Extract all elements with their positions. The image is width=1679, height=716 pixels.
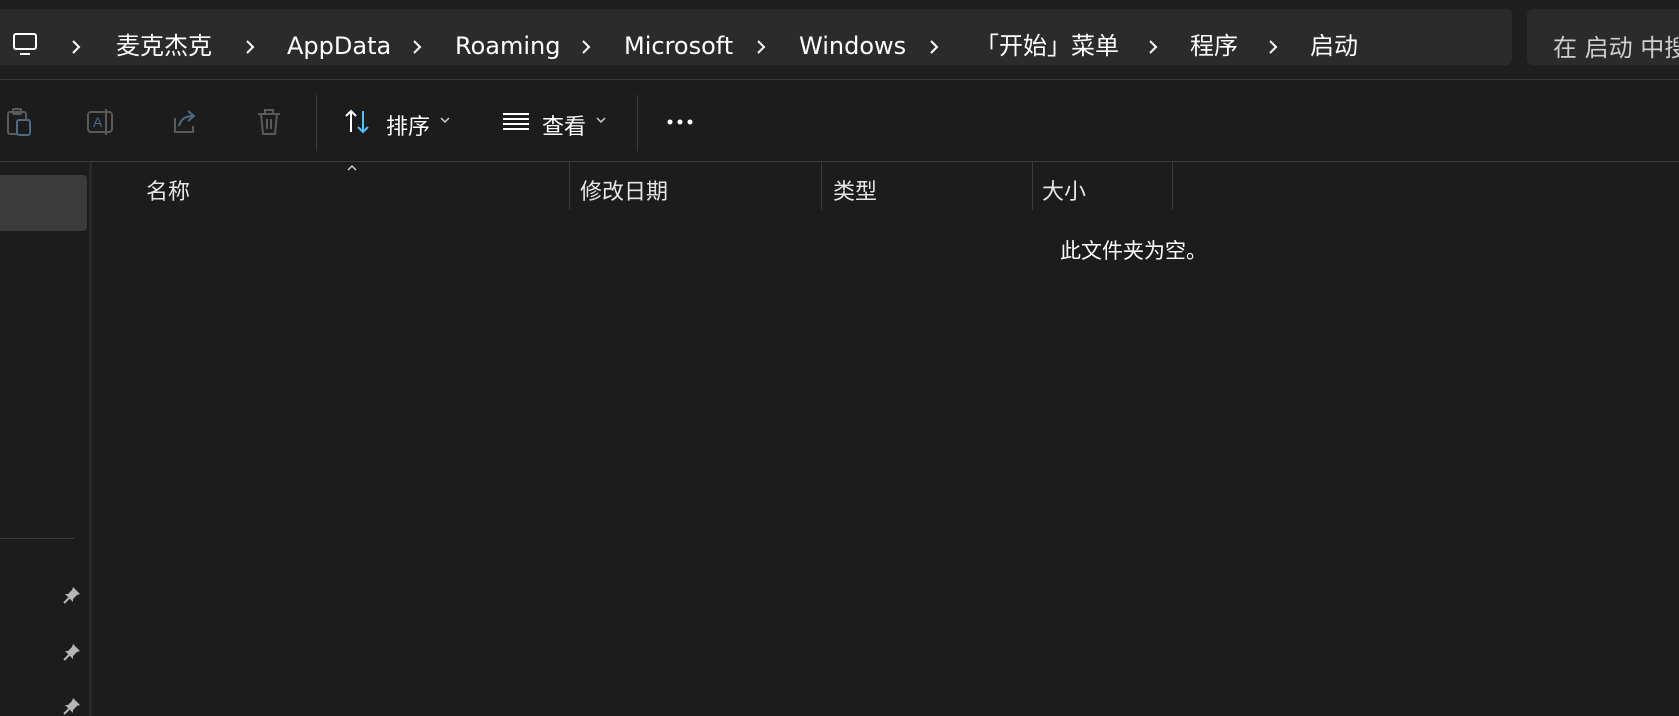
sort-icon xyxy=(345,109,369,134)
sort-button[interactable]: 排序 xyxy=(340,100,455,142)
toolbar-separator xyxy=(637,95,638,151)
breadcrumb-item-current[interactable]: 启动 xyxy=(1310,28,1358,64)
breadcrumb-item[interactable]: Microsoft xyxy=(624,28,733,64)
chevron-right-icon[interactable] xyxy=(1267,37,1279,57)
address-bar-row: 麦克杰克 AppData Roaming Microsoft Windows 「… xyxy=(0,0,1679,80)
view-button[interactable]: 查看 xyxy=(498,100,613,142)
column-header-modified[interactable]: 修改日期 xyxy=(580,174,668,206)
file-list[interactable]: 名称 修改日期 类型 大小 此文件夹为空。 xyxy=(92,162,1679,716)
breadcrumb-item[interactable]: AppData xyxy=(287,28,391,64)
chevron-right-icon[interactable] xyxy=(411,37,423,57)
column-header-size[interactable]: 大小 xyxy=(1042,174,1086,206)
breadcrumb-item[interactable]: 程序 xyxy=(1190,28,1238,64)
this-pc-icon[interactable] xyxy=(12,32,38,56)
chevron-right-icon[interactable] xyxy=(244,37,256,57)
svg-text:A: A xyxy=(93,114,103,130)
paste-icon[interactable] xyxy=(2,106,34,138)
share-icon[interactable] xyxy=(169,106,201,138)
rename-icon[interactable]: A xyxy=(85,106,117,138)
chevron-down-icon xyxy=(596,117,606,124)
sort-label: 排序 xyxy=(386,115,431,140)
chevron-right-icon[interactable] xyxy=(580,37,592,57)
chevron-down-icon xyxy=(440,117,450,124)
search-placeholder: 在 启动 中搜 xyxy=(1553,34,1679,62)
breadcrumb-item[interactable]: Roaming xyxy=(455,28,560,64)
command-bar: A 排序 查看 xyxy=(0,80,1679,162)
search-input[interactable]: 在 启动 中搜 xyxy=(1527,9,1679,65)
address-bar[interactable]: 麦克杰克 AppData Roaming Microsoft Windows 「… xyxy=(0,9,1512,65)
chevron-right-icon[interactable] xyxy=(1147,37,1159,57)
column-header-name[interactable]: 名称 xyxy=(146,174,190,206)
view-label: 查看 xyxy=(542,115,587,140)
nav-item-selected[interactable] xyxy=(0,175,87,231)
pin-icon xyxy=(63,644,80,661)
chevron-right-icon[interactable] xyxy=(70,37,82,57)
toolbar-separator xyxy=(316,95,317,151)
column-separator[interactable] xyxy=(821,162,822,210)
pin-icon xyxy=(63,587,80,604)
view-icon xyxy=(503,113,529,130)
nav-divider xyxy=(0,538,74,539)
column-separator[interactable] xyxy=(1032,162,1033,210)
delete-icon[interactable] xyxy=(253,106,285,138)
pin-icon xyxy=(63,698,80,715)
breadcrumb-item[interactable]: Windows xyxy=(799,28,906,64)
sort-ascending-icon xyxy=(347,164,357,171)
column-separator[interactable] xyxy=(569,162,570,210)
navigation-pane[interactable] xyxy=(0,162,88,716)
chevron-right-icon[interactable] xyxy=(755,37,767,57)
column-separator[interactable] xyxy=(1172,162,1173,210)
column-header-type[interactable]: 类型 xyxy=(833,174,877,206)
chevron-right-icon[interactable] xyxy=(928,37,940,57)
breadcrumb-item[interactable]: 麦克杰克 xyxy=(116,28,212,64)
breadcrumb-item[interactable]: 「开始」菜单 xyxy=(975,28,1119,64)
empty-folder-message: 此文件夹为空。 xyxy=(1060,239,1207,263)
more-icon[interactable] xyxy=(664,106,696,138)
